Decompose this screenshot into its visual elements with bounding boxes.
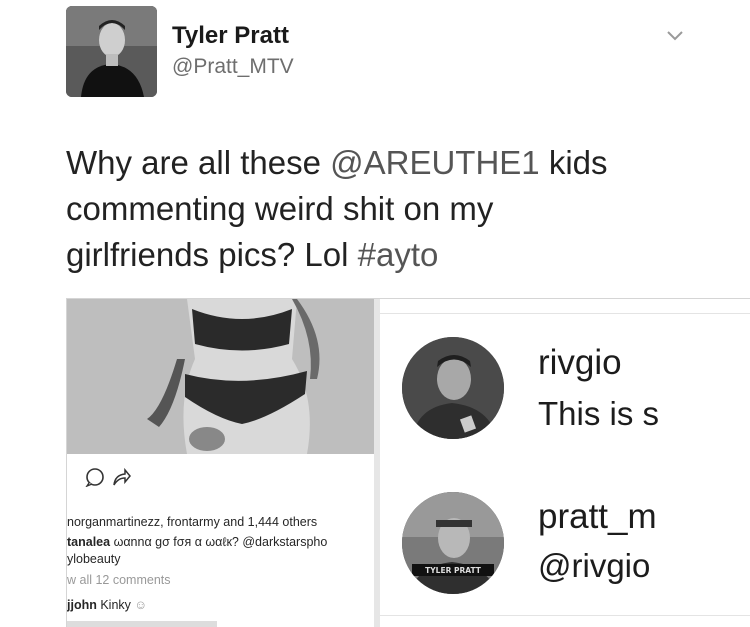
chevron-down-icon[interactable] (664, 28, 686, 44)
tweet-text-part: Why are all these (66, 144, 331, 181)
comment-1: tanalea ωαnnα gσ fσя α ωαℓк? @darkstarsp… (67, 535, 327, 549)
rivgio-avatar[interactable] (402, 337, 504, 439)
comment-text: This is s (538, 395, 660, 432)
tweet-media[interactable]: norganmartinezz, frontarmy and 1,444 oth… (66, 298, 750, 627)
likes-text: norganmartinezz, frontarmy and 1,444 oth… (67, 515, 318, 529)
avatar-badge-text: TYLER PRATT (425, 566, 482, 575)
view-all-comments[interactable]: w all 12 comments (67, 573, 171, 587)
tweet-text-part: kids (539, 144, 608, 181)
mention-link[interactable]: @AREUTHE1 (330, 144, 540, 181)
smile-emoji-icon: ☺ (134, 598, 148, 612)
separator (380, 313, 750, 314)
post-photo (67, 299, 374, 454)
author-avatar[interactable] (66, 6, 157, 97)
cut-off-line (67, 621, 217, 627)
comment-username[interactable]: tanalea (67, 535, 110, 549)
comment-2: jjohn Kinky ☺ (67, 598, 147, 612)
comment-body: ωαnnα gσ fσя α ωαℓк? @darkstarsphο (110, 535, 328, 549)
tweet-text-part: girlfriends pics? Lol (66, 236, 358, 273)
avatar-image (66, 6, 157, 97)
comment-body: Kinky (96, 598, 131, 612)
tweet-line-1: Why are all these @AREUTHE1 kids (66, 140, 706, 186)
instagram-post-screenshot: norganmartinezz, frontarmy and 1,444 oth… (67, 299, 374, 627)
hashtag-link[interactable]: #ayto (358, 236, 439, 273)
pratt-avatar[interactable]: TYLER PRATT (402, 492, 504, 594)
share-icon[interactable] (111, 467, 131, 492)
comment-icon[interactable] (85, 467, 105, 492)
separator (380, 615, 750, 616)
comment-username[interactable]: pratt_m (538, 497, 657, 537)
comment-1-cont: ylobeauty (67, 552, 121, 566)
tweet-text: Why are all these @AREUTHE1 kids comment… (66, 140, 706, 278)
comment-username[interactable]: rivgio (538, 343, 622, 383)
comment-text[interactable]: @rivgio (538, 547, 650, 585)
tweet-line-3: girlfriends pics? Lol #ayto (66, 232, 706, 278)
instagram-comments-screenshot: rivgio This is s TYLER PRATT pratt_m @ri… (380, 299, 750, 627)
author-handle[interactable]: @Pratt_MTV (172, 55, 294, 79)
tweet-line-2: commenting weird shit on my (66, 190, 494, 227)
author-name[interactable]: Tyler Pratt (172, 22, 289, 50)
comment-username[interactable]: jjohn (67, 598, 97, 612)
